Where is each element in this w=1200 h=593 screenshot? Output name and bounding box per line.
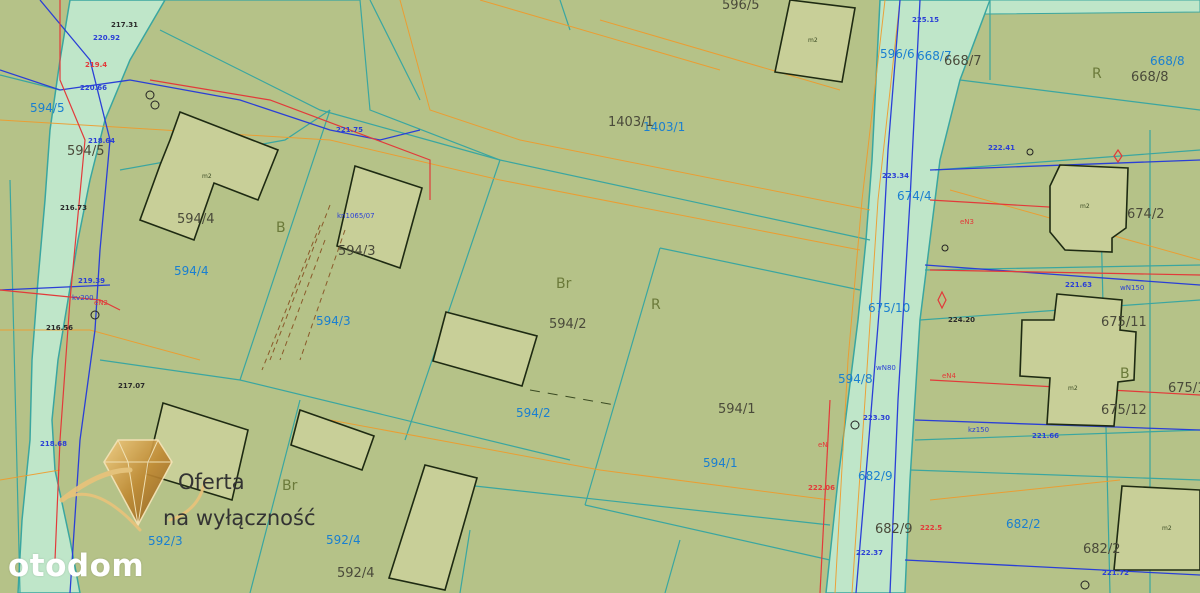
- parcel-label: 594/1: [718, 402, 755, 417]
- elevation-label: 222.37: [856, 549, 883, 557]
- elevation-label: 223.30: [863, 414, 890, 422]
- parcel-label: 674/4: [897, 189, 932, 203]
- land-use-label: R: [651, 297, 661, 313]
- parcel-label: 675/11: [1101, 315, 1147, 330]
- utility-code-label: wN80: [876, 364, 896, 372]
- utility-code-label: kv200: [72, 294, 94, 302]
- land-use-label: Br: [556, 276, 572, 292]
- parcel-label: 682/9: [875, 522, 912, 537]
- parcel-label: 594/8: [838, 372, 873, 386]
- elevation-label: 223.34: [882, 172, 909, 180]
- land-use-label: B: [1120, 366, 1130, 382]
- parcel-label: 675/12: [1101, 403, 1147, 418]
- parcel-label: 675/1: [1168, 381, 1200, 396]
- land-use-label: B: [276, 220, 286, 236]
- elevation-label: 221.66: [1032, 432, 1059, 440]
- parcel-label: 594/3: [316, 314, 351, 328]
- cadastral-map[interactable]: 594/5 594/4 594/3 594/2 594/1 592/3 592/…: [0, 0, 1200, 593]
- elevation-label: 221.75: [336, 126, 363, 134]
- parcel-label: 594/4: [174, 264, 209, 278]
- elevation-label: 218.64: [88, 137, 115, 145]
- elevation-label: 222.41: [988, 144, 1015, 152]
- parcel-label: 668/8: [1150, 54, 1185, 68]
- land-use-label: R: [1092, 66, 1102, 82]
- parcel-label: 594/3: [338, 244, 375, 259]
- building-tag: m2: [1080, 203, 1090, 210]
- building-tag: m2: [1068, 385, 1078, 392]
- elevation-label: 216.56: [46, 324, 73, 332]
- building-tag: m2: [202, 173, 212, 180]
- parcel-label: 596/6: [880, 47, 915, 61]
- parcel-label: 594/2: [549, 317, 586, 332]
- elevation-label: 222.5: [920, 524, 942, 532]
- parcel-label: 592/4: [326, 533, 361, 547]
- parcel-label: 682/9: [858, 469, 893, 483]
- elevation-label: 219.39: [78, 277, 105, 285]
- utility-code-label: eN3: [960, 218, 974, 226]
- parcel-label: 596/5: [722, 0, 759, 13]
- parcel-label: 674/2: [1127, 207, 1164, 222]
- elevation-label: 225.15: [912, 16, 939, 24]
- elevation-label: 224.20: [948, 316, 975, 324]
- building-tag: m2: [808, 37, 818, 44]
- parcel-label: 592/4: [337, 566, 374, 581]
- parcel-label: 594/4: [177, 212, 214, 227]
- map-canvas: 594/5 594/4 594/3 594/2 594/1 592/3 592/…: [0, 0, 1200, 593]
- elevation-label: 218.68: [40, 440, 67, 448]
- parcel-label: 594/5: [30, 101, 65, 115]
- utility-code-label: eN4: [942, 372, 957, 380]
- elevation-label: 220.92: [93, 34, 120, 42]
- utility-code-label: kz150: [968, 426, 989, 434]
- elevation-label: 217.07: [118, 382, 145, 390]
- elevation-label: 216.73: [60, 204, 87, 212]
- elevation-label: 217.31: [111, 21, 138, 29]
- utility-code-label: eN2: [94, 299, 108, 307]
- elevation-label: 221.72: [1102, 569, 1129, 577]
- utility-code-label: eN: [818, 441, 828, 449]
- parcel-label: 1403/1: [608, 115, 654, 130]
- parcel-label: 594/1: [703, 456, 738, 470]
- parcel-label: 668/8: [1131, 70, 1168, 85]
- elevation-label: 222.06: [808, 484, 835, 492]
- parcel-label: 594/5: [67, 144, 104, 159]
- building-682-2: [1113, 485, 1200, 571]
- parcel-label: 594/2: [516, 406, 551, 420]
- building-tag: m2: [1162, 525, 1172, 532]
- parcel-label: 682/2: [1006, 517, 1041, 531]
- parcel-label: 675/10: [868, 301, 910, 315]
- parcel-label: 682/2: [1083, 542, 1120, 557]
- utility-code-label: kn1065/07: [337, 212, 375, 220]
- top-right-road: [984, 0, 1200, 15]
- elevation-label: 221.63: [1065, 281, 1092, 289]
- parcel-label: 592/3: [148, 534, 183, 548]
- land-use-label: Br: [282, 478, 298, 494]
- utility-code-label: wN150: [1120, 284, 1144, 292]
- elevation-label: 219.4: [85, 61, 107, 69]
- elevation-label: 220.66: [80, 84, 107, 92]
- parcel-label: 668/7: [944, 54, 981, 69]
